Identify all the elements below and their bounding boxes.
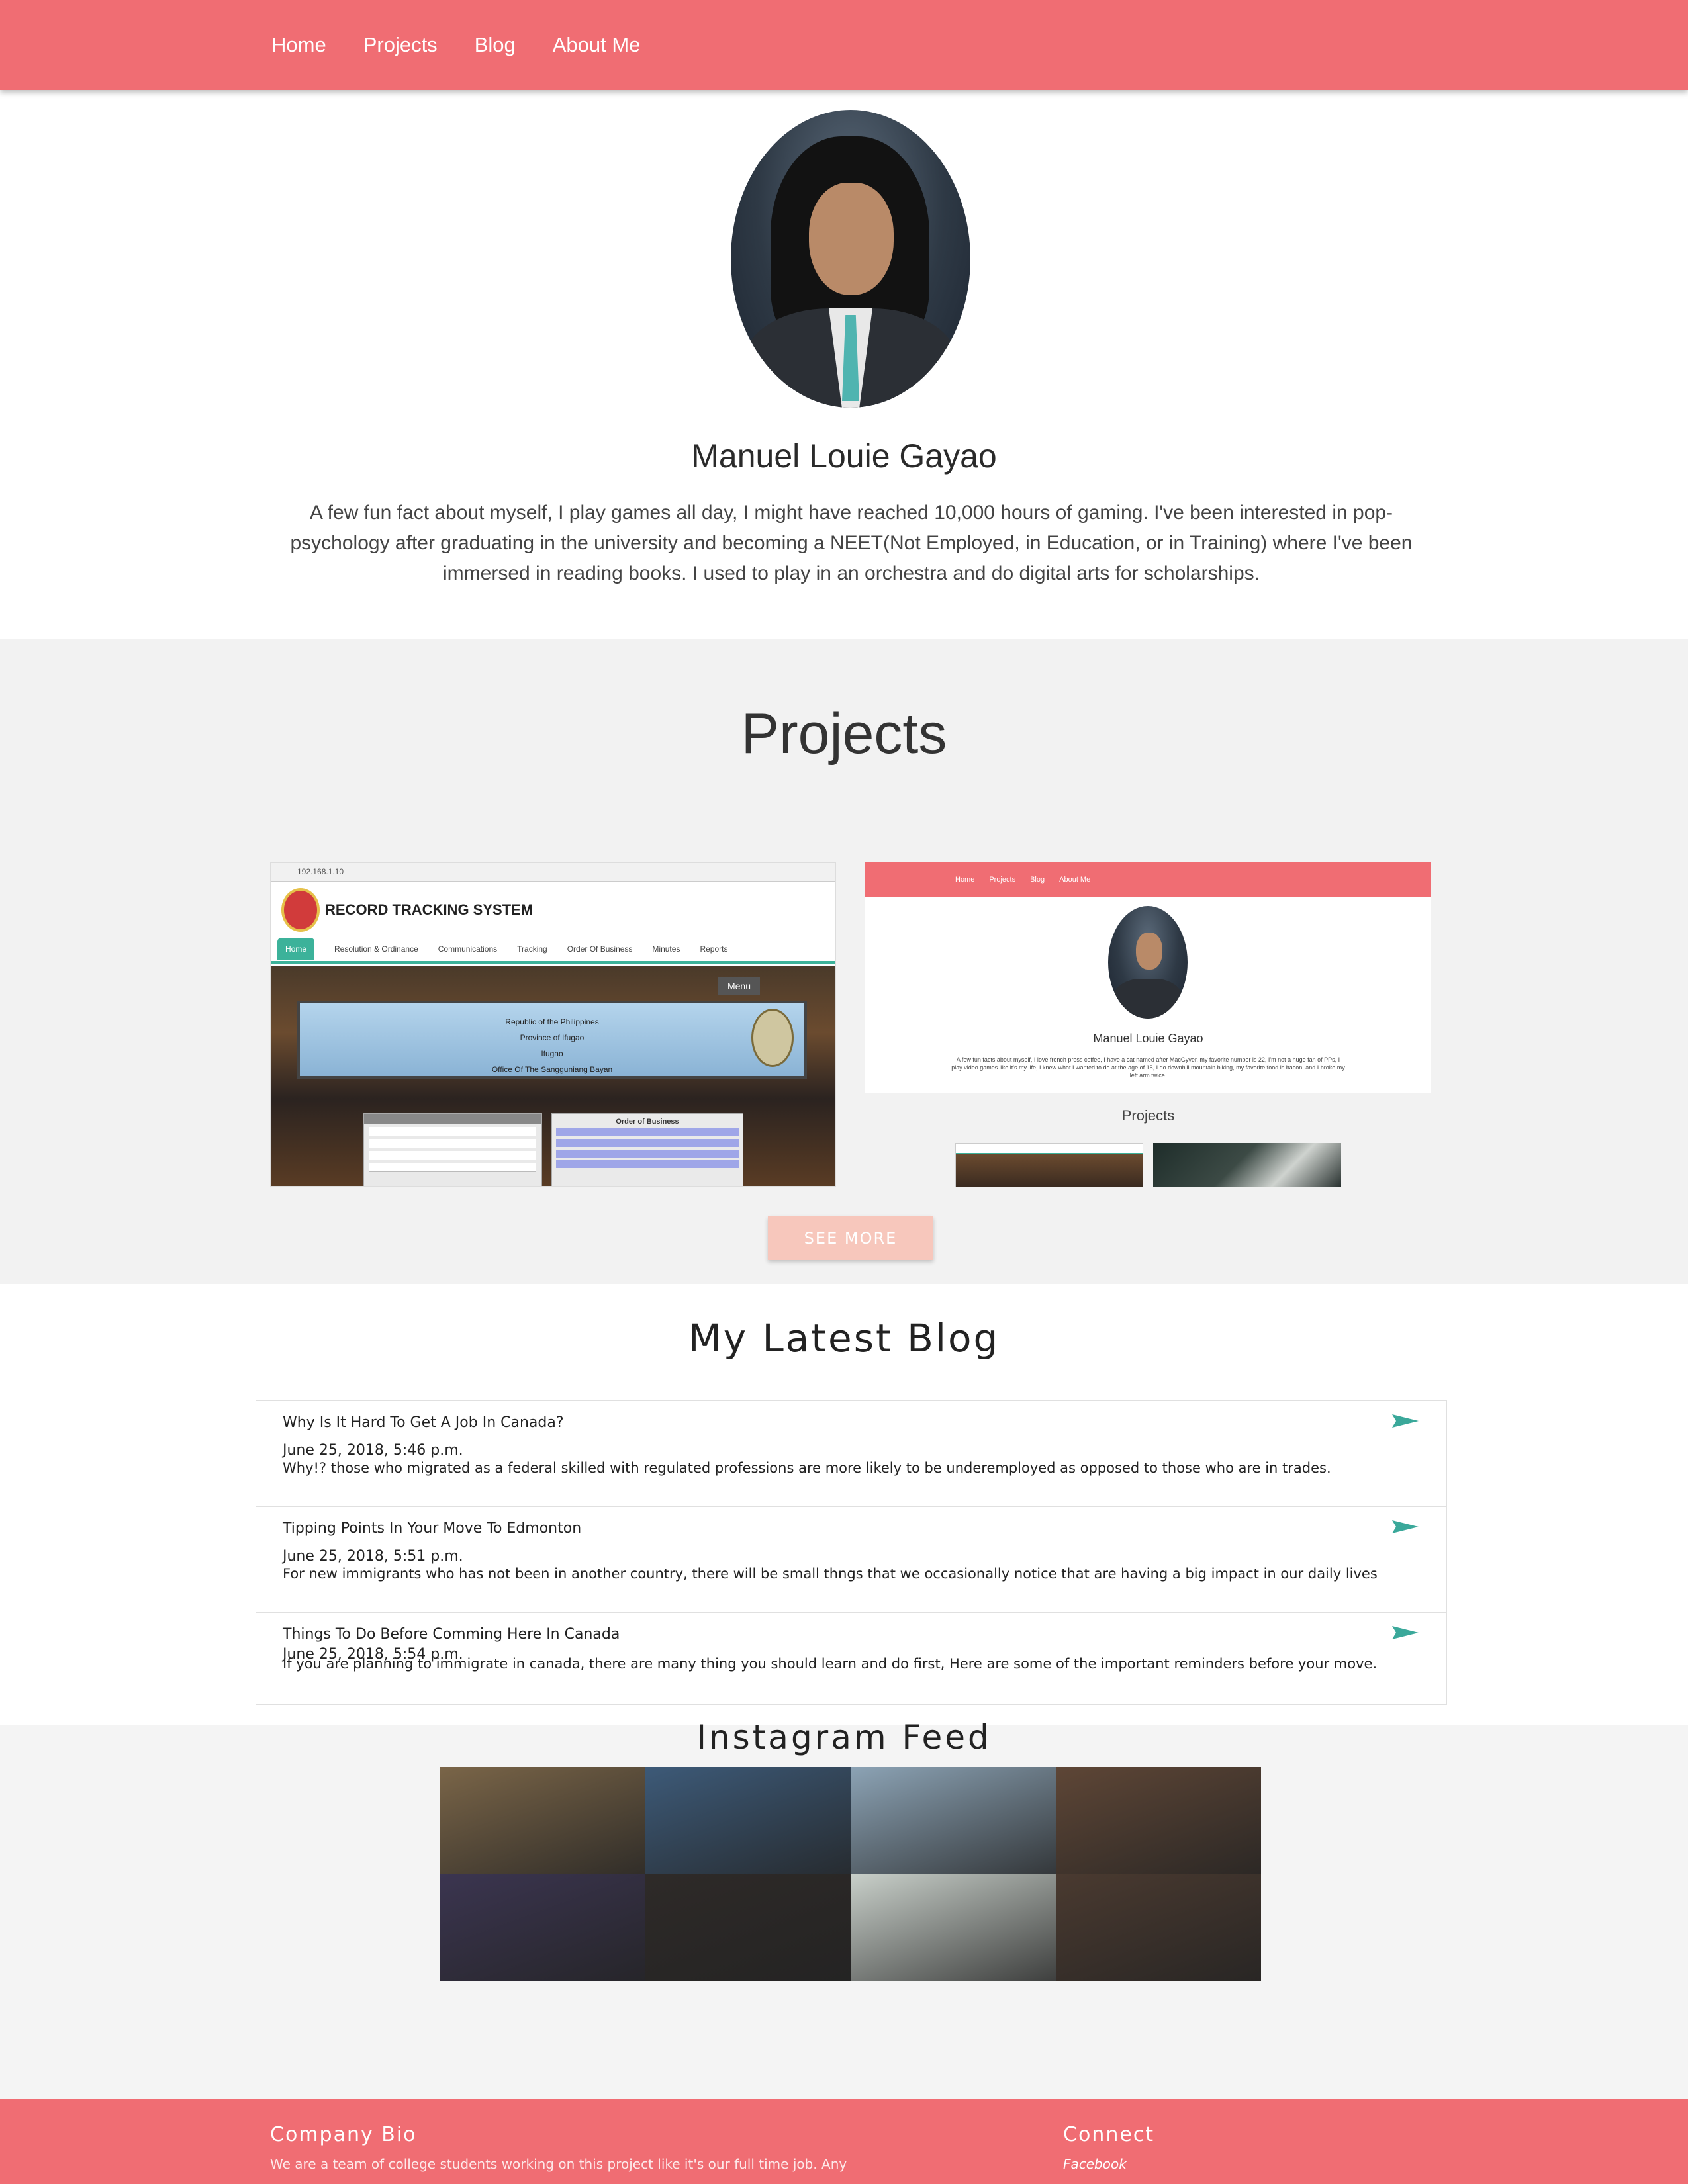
blog-post-excerpt: Why!? those who migrated as a federal sk… <box>283 1460 1331 1476</box>
seal-logo-icon <box>281 888 320 932</box>
instagram-grid <box>440 1767 1261 1981</box>
blog-list: Why Is It Hard To Get A Job In Canada? J… <box>256 1400 1447 1705</box>
instagram-photo[interactable] <box>851 1874 1056 1981</box>
blog-title: My Latest Blog <box>688 1316 1000 1361</box>
projects-title: Projects <box>741 702 947 766</box>
project-card-record-tracking[interactable]: 192.168.1.10 RECORD TRACKING SYSTEM Home… <box>270 862 836 1187</box>
top-navbar: Home Projects Blog About Me <box>0 0 1688 90</box>
nav-projects[interactable]: Projects <box>363 33 438 57</box>
app-title: RECORD TRACKING SYSTEM <box>325 901 534 918</box>
send-icon[interactable] <box>1392 1413 1419 1429</box>
banner-line: Ifugao <box>541 1049 563 1058</box>
blog-post[interactable]: Why Is It Hard To Get A Job In Canada? J… <box>256 1401 1446 1507</box>
footer-facebook-link[interactable]: Facebook <box>1063 2156 1127 2172</box>
app-header: RECORD TRACKING SYSTEM <box>271 882 835 937</box>
app-table <box>363 1113 542 1186</box>
nav-home[interactable]: Home <box>271 33 326 57</box>
app-tab: Tracking <box>517 944 547 954</box>
nav-about-me[interactable]: About Me <box>553 33 641 57</box>
blog-post[interactable]: Tipping Points In Your Move To Edmonton … <box>256 1507 1446 1613</box>
seal-icon <box>751 1009 794 1067</box>
footer: Company Bio We are a team of college stu… <box>0 2099 1688 2184</box>
blog-post-title[interactable]: Why Is It Hard To Get A Job In Canada? <box>283 1414 564 1431</box>
browser-address-bar: 192.168.1.10 <box>271 863 835 882</box>
app-tab: Order Of Business <box>567 944 633 954</box>
see-more-button[interactable]: SEE MORE <box>768 1216 933 1260</box>
send-icon[interactable] <box>1392 1519 1419 1535</box>
app-tab: Resolution & Ordinance <box>334 944 418 954</box>
app-banner: Republic of the Philippines Province of … <box>297 1001 807 1079</box>
blog-post-title[interactable]: Things To Do Before Comming Here In Cana… <box>283 1626 620 1643</box>
banner-line: Province of Ifugao <box>520 1033 585 1042</box>
mini-nav-item: About Me <box>1059 876 1091 884</box>
instagram-photo[interactable] <box>440 1874 645 1981</box>
project-card-portfolio[interactable]: Home Projects Blog About Me Manuel Louie… <box>865 862 1431 1187</box>
mini-avatar <box>1108 906 1188 1019</box>
nav-links: Home Projects Blog About Me <box>271 0 677 90</box>
blog-post-excerpt: For new immigrants who has not been in a… <box>283 1566 1378 1582</box>
send-icon[interactable] <box>1392 1625 1419 1641</box>
instagram-photo[interactable] <box>645 1874 851 1981</box>
mini-project-thumb <box>1153 1143 1341 1187</box>
profile-bio: A few fun fact about myself, I play game… <box>290 502 1413 584</box>
mini-nav-item: Projects <box>989 876 1016 884</box>
app-tab: Reports <box>700 944 728 954</box>
footer-bio-heading: Company Bio <box>270 2123 417 2146</box>
instagram-photo[interactable] <box>1056 1874 1261 1981</box>
mini-bio: A few fun facts about myself, I love fre… <box>951 1056 1345 1079</box>
instagram-photo[interactable] <box>645 1767 851 1874</box>
app-body: Menu Republic of the Philippines Provinc… <box>271 966 835 1186</box>
app-tab: Home <box>277 938 315 960</box>
banner-line: Office Of The Sangguniang Bayan <box>491 1065 613 1074</box>
mini-nav-item: Home <box>955 876 975 884</box>
mini-nav-item: Blog <box>1030 876 1045 884</box>
blog-post-title[interactable]: Tipping Points In Your Move To Edmonton <box>283 1520 581 1537</box>
mini-name: Manuel Louie Gayao <box>1093 1032 1203 1045</box>
instagram-title: Instagram Feed <box>696 1718 992 1756</box>
mini-projects-title: Projects <box>1121 1107 1175 1124</box>
instagram-photo[interactable] <box>440 1767 645 1874</box>
nav-blog[interactable]: Blog <box>475 33 516 57</box>
profile-name: Manuel Louie Gayao <box>691 437 997 475</box>
profile-avatar <box>731 110 970 408</box>
app-menu-button: Menu <box>718 977 760 995</box>
app-tab: Minutes <box>652 944 680 954</box>
mini-navbar: Home Projects Blog About Me <box>865 862 1431 897</box>
instagram-photo[interactable] <box>1056 1767 1261 1874</box>
blog-post-date: June 25, 2018, 5:46 p.m. <box>283 1442 463 1459</box>
blog-post-date: June 25, 2018, 5:51 p.m. <box>283 1548 463 1565</box>
blog-post-excerpt: If you are planning to immigrate in cana… <box>283 1656 1378 1672</box>
mini-project-thumb <box>955 1143 1143 1187</box>
banner-line: Republic of the Philippines <box>505 1017 599 1026</box>
app-tabs: Home Resolution & Ordinance Communicatio… <box>271 937 835 964</box>
app-tab: Communications <box>438 944 498 954</box>
instagram-photo[interactable] <box>851 1767 1056 1874</box>
table-title: Order of Business <box>616 1118 679 1126</box>
order-of-business-table: Order of Business <box>551 1113 743 1186</box>
blog-post[interactable]: Things To Do Before Comming Here In Cana… <box>256 1613 1446 1706</box>
footer-bio-text: We are a team of college students workin… <box>270 2156 847 2172</box>
footer-connect-heading: Connect <box>1063 2123 1155 2146</box>
